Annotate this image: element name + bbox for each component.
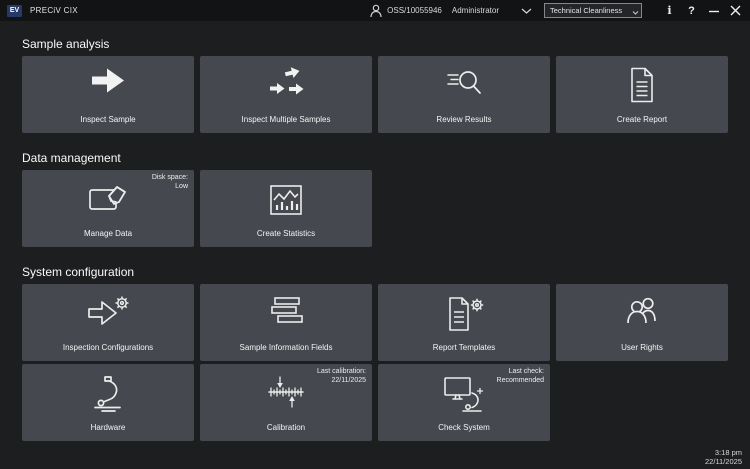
system-check-icon (378, 375, 550, 415)
section-title-sample-analysis: Sample analysis (22, 37, 728, 51)
launcher-content: Sample analysis Inspect Sample (0, 37, 750, 441)
clock-date: 22/11/2025 (705, 457, 742, 466)
tile-label: Calibration (200, 423, 372, 432)
tile-label: Report Templates (378, 343, 550, 352)
system-configuration-grid: Inspection Configurations Sample Informa… (22, 284, 728, 441)
tile-label: Inspect Multiple Samples (200, 115, 372, 124)
tile-label: Inspect Sample (22, 115, 194, 124)
tile-hardware[interactable]: Hardware (22, 364, 194, 441)
tile-report-templates[interactable]: Report Templates (378, 284, 550, 361)
clock-time: 3:18 pm (705, 448, 742, 457)
disk-space-badge: Disk space: Low (152, 173, 188, 191)
tile-sample-information-fields[interactable]: Sample Information Fields (200, 284, 372, 361)
statistics-chart-icon (200, 181, 372, 219)
solution-selector[interactable]: Technical Cleanliness (544, 3, 642, 18)
data-management-grid: Disk space: Low Manage Data (22, 170, 728, 247)
app-title: PRECiV CIX (30, 6, 78, 15)
tile-inspect-multiple-samples[interactable]: Inspect Multiple Samples (200, 56, 372, 133)
users-icon (556, 295, 728, 327)
tile-inspection-configurations[interactable]: Inspection Configurations (22, 284, 194, 361)
info-button[interactable]: i (663, 4, 676, 17)
calibration-ruler-icon (200, 375, 372, 409)
solution-selector-value: Technical Cleanliness (550, 6, 622, 15)
sample-analysis-grid: Inspect Sample Inspect Multiple Samples (22, 56, 728, 133)
manage-data-hand-icon (22, 181, 194, 215)
info-fields-icon (200, 295, 372, 327)
report-document-icon (556, 67, 728, 103)
user-id: OSS/10055946 (387, 6, 442, 15)
tile-label: Review Results (378, 115, 550, 124)
help-button[interactable]: ? (685, 5, 698, 17)
tile-label: Manage Data (22, 229, 194, 238)
user-icon (370, 4, 382, 18)
review-results-magnifier-icon (378, 67, 550, 99)
dropdown-arrow-icon (632, 11, 639, 15)
tile-label: Sample Information Fields (200, 343, 372, 352)
tile-inspect-sample[interactable]: Inspect Sample (22, 56, 194, 133)
tile-manage-data[interactable]: Disk space: Low Manage Data (22, 170, 194, 247)
inspect-sample-arrow-icon (22, 67, 194, 94)
section-title-data-management: Data management (22, 151, 728, 165)
tile-create-statistics[interactable]: Create Statistics (200, 170, 372, 247)
minimize-button[interactable] (707, 6, 720, 16)
chevron-down-icon (521, 8, 532, 14)
user-menu[interactable]: OSS/10055946 Administrator (370, 4, 532, 18)
tile-label: User Rights (556, 343, 728, 352)
evident-logo: EV (7, 5, 22, 17)
microscope-icon (22, 375, 194, 413)
tile-create-report[interactable]: Create Report (556, 56, 728, 133)
tile-label: Inspection Configurations (22, 343, 194, 352)
tile-check-system[interactable]: Last check: Recommended Check System (378, 364, 550, 441)
clock: 3:18 pm 22/11/2025 (705, 448, 742, 466)
tile-label: Hardware (22, 423, 194, 432)
titlebar: EV PRECiV CIX OSS/10055946 Administrator… (0, 0, 750, 21)
section-title-system-configuration: System configuration (22, 265, 728, 279)
tile-label: Create Report (556, 115, 728, 124)
tile-user-rights[interactable]: User Rights (556, 284, 728, 361)
arrow-gear-icon (22, 295, 194, 329)
tile-review-results[interactable]: Review Results (378, 56, 550, 133)
last-calibration-badge: Last calibration: 22/11/2025 (317, 367, 366, 385)
last-check-badge: Last check: Recommended (497, 367, 544, 385)
document-gear-icon (378, 295, 550, 333)
user-role: Administrator (452, 6, 499, 15)
multiple-arrows-icon (200, 67, 372, 97)
tile-label: Create Statistics (200, 229, 372, 238)
tile-calibration[interactable]: Last calibration: 22/11/2025 Calibration (200, 364, 372, 441)
app-window: EV PRECiV CIX OSS/10055946 Administrator… (0, 0, 750, 469)
close-button[interactable] (729, 5, 742, 16)
tile-label: Check System (378, 423, 550, 432)
